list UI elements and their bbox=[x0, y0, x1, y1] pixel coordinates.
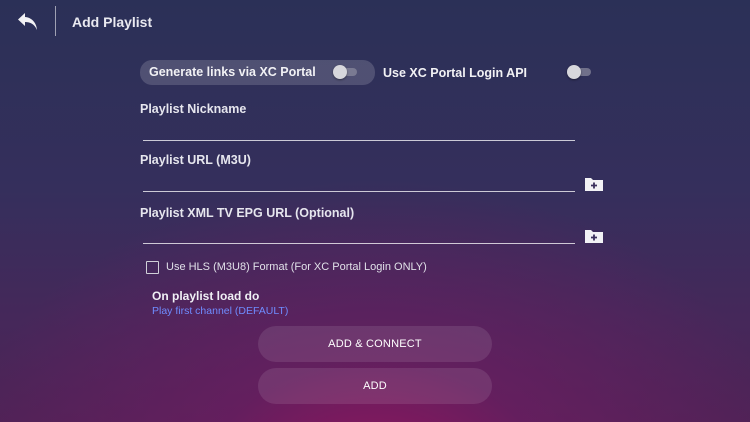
add-and-connect-button[interactable]: ADD & CONNECT bbox=[258, 326, 492, 362]
xc-portal-links-label: Generate links via XC Portal bbox=[149, 65, 316, 79]
header: Add Playlist bbox=[0, 0, 750, 44]
xc-portal-links-switch[interactable] bbox=[333, 65, 359, 79]
back-arrow-icon bbox=[18, 13, 37, 30]
xc-login-api-switch[interactable] bbox=[567, 65, 593, 79]
add-button[interactable]: ADD bbox=[258, 368, 492, 404]
on-load-title: On playlist load do bbox=[152, 289, 260, 303]
hls-format-checkbox[interactable] bbox=[146, 260, 159, 274]
browse-url-file-button[interactable] bbox=[584, 175, 604, 193]
on-load-selected-option[interactable]: Play first channel (DEFAULT) bbox=[152, 305, 288, 317]
page-title: Add Playlist bbox=[72, 14, 153, 30]
epg-url-label: Playlist XML TV EPG URL (Optional) bbox=[140, 206, 355, 220]
hls-format-label: Use HLS (M3U8) Format (For XC Portal Log… bbox=[166, 261, 427, 273]
xc-portal-links-toggle-row[interactable]: Generate links via XC Portal bbox=[140, 60, 375, 85]
header-divider bbox=[55, 6, 56, 36]
folder-add-icon bbox=[585, 178, 603, 191]
switch-thumb bbox=[333, 65, 347, 79]
browse-epg-file-button[interactable] bbox=[584, 227, 604, 245]
folder-add-icon bbox=[585, 230, 603, 243]
xc-login-api-label: Use XC Portal Login API bbox=[383, 66, 528, 80]
switch-thumb bbox=[567, 65, 581, 79]
playlist-nickname-label: Playlist Nickname bbox=[140, 102, 247, 116]
epg-url-input[interactable] bbox=[143, 222, 575, 244]
playlist-url-input[interactable] bbox=[143, 170, 575, 192]
back-button[interactable] bbox=[14, 9, 42, 35]
hls-format-option[interactable]: Use HLS (M3U8) Format (For XC Portal Log… bbox=[146, 260, 427, 274]
playlist-nickname-input[interactable] bbox=[143, 119, 575, 141]
playlist-url-label: Playlist URL (M3U) bbox=[140, 153, 251, 167]
